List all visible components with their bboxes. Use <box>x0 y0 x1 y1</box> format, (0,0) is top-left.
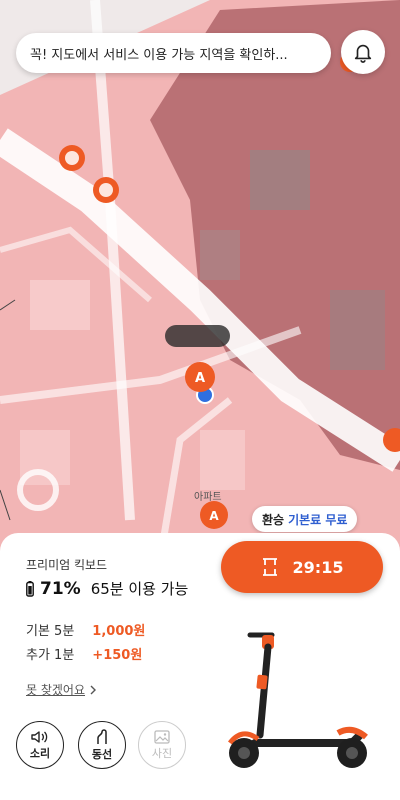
scooter-pin[interactable]: A <box>185 362 215 392</box>
notification-button[interactable] <box>341 30 385 74</box>
map-tooltip <box>165 325 230 347</box>
price-base-label: 기본 5분 <box>26 624 75 639</box>
transfer-chip: 환승 기본료 무료 <box>252 506 358 532</box>
battery-remaining-time: 65분 이용 가능 <box>90 580 189 598</box>
scooter-pin[interactable]: A <box>200 501 228 529</box>
ride-timer-button[interactable]: 29:15 <box>221 541 383 593</box>
battery-percent: 71% <box>40 578 81 599</box>
svg-text:A: A <box>209 509 219 523</box>
svg-text:A: A <box>195 371 205 386</box>
scooter-image <box>228 632 368 768</box>
scooter-pin[interactable] <box>93 177 119 203</box>
ride-timer-time: 29:15 <box>292 557 344 577</box>
battery-row: 71% 65분 이용 가능 <box>26 578 188 599</box>
sound-button[interactable]: 소리 <box>16 721 64 769</box>
price-base-row: 기본 5분 1,000원 <box>26 620 145 639</box>
vehicle-model: 프리미엄 킥보드 <box>26 558 108 572</box>
photo-button[interactable]: 사진 <box>138 721 186 769</box>
building-label: 아파트 <box>194 492 222 503</box>
route-icon <box>97 728 107 744</box>
photo-label: 사진 <box>151 746 173 760</box>
screen: A A 아파트 꼭! 지도에서 서비스 이용 가능 지역을 확인하... 환승 … <box>0 0 400 800</box>
price-base-value: 1,000원 <box>92 624 146 639</box>
timer-icon <box>262 558 277 576</box>
cant-find-link[interactable]: 못 찾겠어요 <box>26 681 97 698</box>
photo-icon <box>154 729 170 744</box>
price-extra-row: 추가 1분 +150원 <box>26 644 142 663</box>
notice-banner[interactable]: 꼭! 지도에서 서비스 이용 가능 지역을 확인하... <box>16 33 331 73</box>
notice-text: 꼭! 지도에서 서비스 이용 가능 지역을 확인하... <box>30 47 288 63</box>
bell-icon <box>354 44 372 63</box>
speaker-icon <box>31 730 48 743</box>
battery-icon <box>26 580 34 597</box>
scooter-pin[interactable] <box>59 145 85 171</box>
route-label: 동선 <box>91 747 113 761</box>
transfer-value: 기본료 무료 <box>288 512 348 527</box>
route-button[interactable]: 동선 <box>78 721 126 769</box>
sound-label: 소리 <box>29 746 51 760</box>
price-extra-value: +150원 <box>92 648 143 663</box>
cant-find-label: 못 찾겠어요 <box>26 683 86 697</box>
chevron-right-icon <box>90 685 97 694</box>
transfer-label: 환승 <box>262 512 285 527</box>
price-extra-label: 추가 1분 <box>26 648 75 663</box>
